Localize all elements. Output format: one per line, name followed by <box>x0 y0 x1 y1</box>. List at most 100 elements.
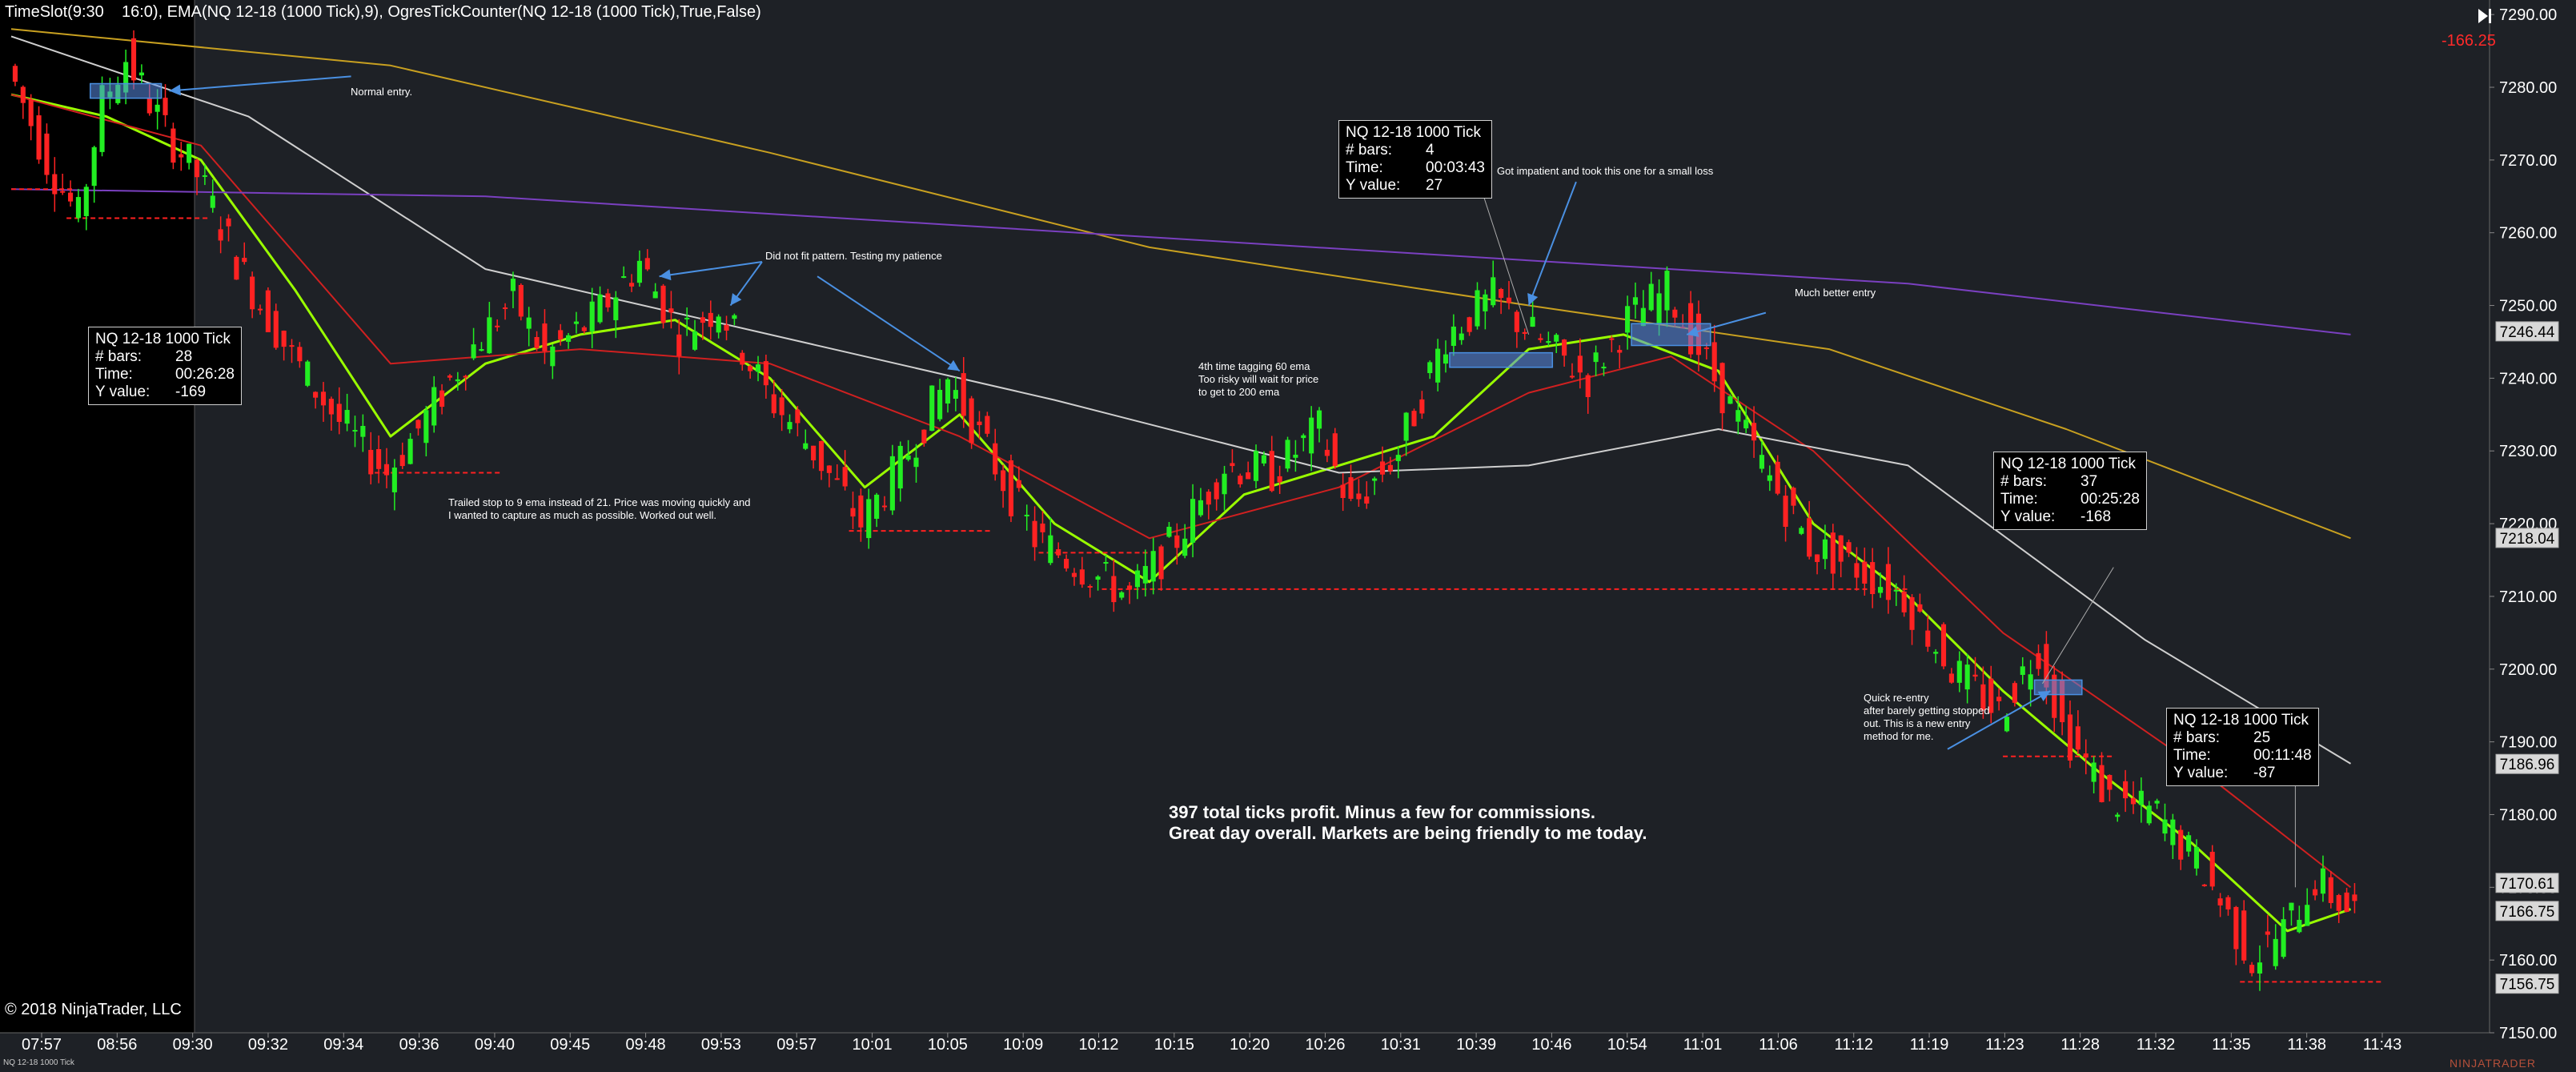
y-label: Y value: <box>1346 177 1401 194</box>
candle-body <box>858 495 864 528</box>
candle-body <box>684 317 690 319</box>
candle-body <box>589 301 595 331</box>
candle-body <box>1522 331 1527 334</box>
candle-body <box>1514 311 1519 332</box>
candle-body <box>1174 535 1180 548</box>
price-marker-label: 7246.44 <box>2500 324 2555 341</box>
y-tick-label: 7150.00 <box>2499 1025 2557 1042</box>
candle-body <box>1783 496 1788 527</box>
candle-body <box>581 327 587 331</box>
candle-body <box>977 421 982 425</box>
note-line: I wanted to capture as much as possible.… <box>448 509 717 521</box>
ninjatrader-logo: NINJATRADER <box>2450 1057 2536 1070</box>
summary-text: 397 total ticks profit. Minus a few for … <box>1169 802 1647 844</box>
candle-body <box>226 218 231 227</box>
candle-body <box>313 391 319 398</box>
note-line: to get to 200 ema <box>1198 386 1280 398</box>
candle-body <box>439 390 445 408</box>
candle-body <box>842 467 848 487</box>
candle-body <box>1601 367 1607 369</box>
y-value: -169 <box>175 383 207 400</box>
note-line: after barely getting stopped <box>1864 705 1990 717</box>
candle-body <box>431 387 437 426</box>
candle-body <box>1885 564 1891 600</box>
price-chart[interactable]: 7150.007160.007170.007180.007190.007200.… <box>0 0 2576 1072</box>
footer-instrument: NQ 12-18 1000 Tick <box>3 1058 74 1067</box>
play-forward-icon[interactable] <box>2475 6 2494 26</box>
time-label: Time: <box>2173 747 2211 764</box>
candle-body <box>2123 781 2129 799</box>
bars-label: # bars: <box>1346 142 1393 159</box>
candle-body <box>1142 565 1148 584</box>
measure-time-row: Time: 00:26:28 <box>95 366 235 383</box>
candle-body <box>273 311 279 348</box>
candle-body <box>1925 630 1931 647</box>
candle-body <box>210 195 215 208</box>
candle-body <box>2305 905 2310 926</box>
candle-body <box>297 347 303 362</box>
candle-body <box>1996 697 2002 701</box>
candle-body <box>320 391 327 406</box>
candle-body <box>130 38 137 81</box>
candle-body <box>1585 375 1591 397</box>
candle-body <box>1506 297 1512 303</box>
x-tick-label: 09:53 <box>701 1036 741 1054</box>
candle-body <box>1877 587 1884 593</box>
candle-body <box>644 258 650 270</box>
candle-body <box>1743 420 1749 429</box>
candle-body <box>2209 851 2215 887</box>
measure-time-row: Time: 00:03:43 <box>1346 159 1485 177</box>
candle-body <box>1546 341 1551 343</box>
candle-body <box>265 290 271 332</box>
measure-box-4: NQ 12-18 1000 Tick # bars: 25 Time: 00:11:… <box>2166 708 2319 786</box>
candle-body <box>1791 488 1796 506</box>
pnl-readout: -166.25 <box>2442 32 2496 50</box>
x-tick-label: 10:20 <box>1230 1036 1270 1054</box>
candle-body <box>2217 898 2223 905</box>
candle-body <box>1822 539 1828 560</box>
candle-body <box>628 283 635 287</box>
measure-time-row: Time: 00:25:28 <box>2000 491 2140 508</box>
time-value: 00:25:28 <box>2080 491 2140 508</box>
candle-body <box>163 98 168 115</box>
candle-body <box>874 494 880 519</box>
price-marker-label: 7218.04 <box>2500 531 2555 548</box>
x-tick-label: 10:39 <box>1456 1036 1496 1054</box>
candle-body <box>1711 342 1717 382</box>
candle-body <box>1269 451 1274 492</box>
candle-body <box>969 398 974 444</box>
candle-body <box>1364 496 1370 504</box>
note-reentry: Quick re-entry after barely getting stop… <box>1864 692 1990 743</box>
candle-body <box>2004 717 2010 732</box>
candle-body <box>138 72 144 76</box>
candle-body <box>1617 350 1623 353</box>
candle-body <box>881 505 888 508</box>
x-tick-label: 11:43 <box>2363 1036 2402 1054</box>
candle-body <box>1395 455 1401 461</box>
time-value: 00:26:28 <box>175 366 235 383</box>
measure-leader-line <box>1480 189 1530 335</box>
candle-body <box>1799 528 1804 534</box>
candle-body <box>2036 652 2041 669</box>
candle-body <box>1814 554 1820 562</box>
candle-body <box>1577 355 1583 373</box>
price-marker-label: 7166.75 <box>2500 904 2555 921</box>
candle-body <box>1230 463 1235 467</box>
level-lines-group <box>11 188 2382 983</box>
candle-body <box>20 86 26 103</box>
annotation-arrow-line <box>169 75 351 92</box>
y-tick-label: 7260.00 <box>2499 225 2557 243</box>
candle-body <box>1475 290 1480 327</box>
x-tick-label: 10:05 <box>928 1036 968 1054</box>
candle-body <box>2233 906 2239 950</box>
candle-body <box>1253 451 1259 481</box>
note-ema-tag: 4th time tagging 60 ema Too risky will w… <box>1198 360 1318 399</box>
y-label: Y value: <box>95 383 150 400</box>
candle-body <box>1134 570 1141 588</box>
candle-body <box>463 375 468 378</box>
candle-body <box>2107 775 2113 790</box>
candle-body <box>1008 460 1014 516</box>
entry-box <box>1631 323 1711 347</box>
candle-body <box>2273 938 2278 966</box>
y-label: Y value: <box>2000 508 2056 525</box>
